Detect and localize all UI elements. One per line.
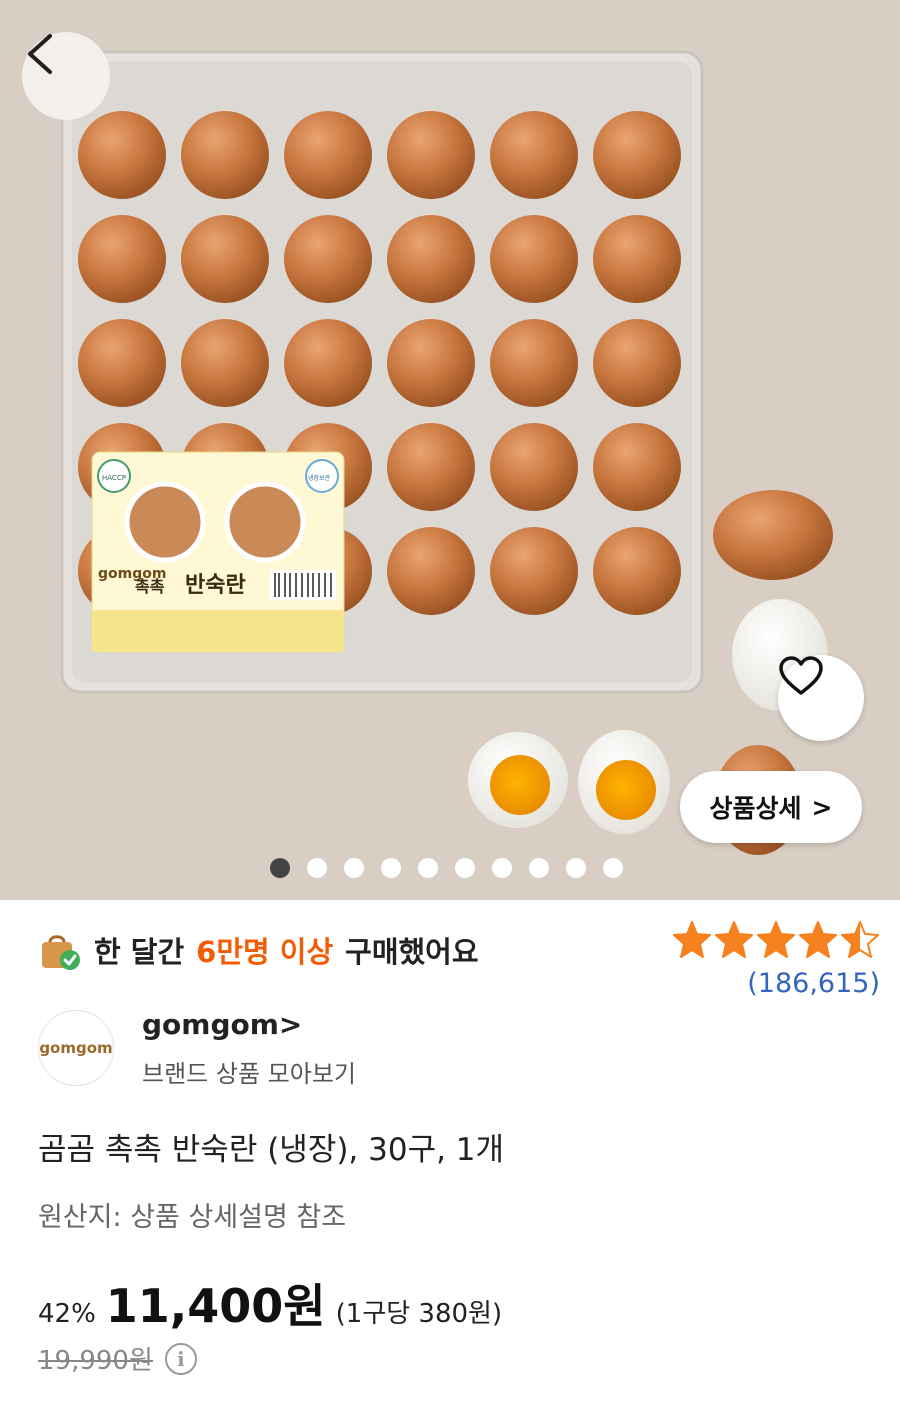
- price-row: 42% 11,400원 (1구당 380원): [38, 1270, 502, 1336]
- tray-egg: [78, 215, 166, 303]
- tray-egg: [181, 319, 269, 407]
- star-icon: [841, 921, 879, 958]
- tray-egg: [490, 111, 578, 199]
- svg-text:냉장보관: 냉장보관: [308, 474, 331, 482]
- eggs-photo: gomgom 반숙란 촉촉 HACCP 냉장보관: [60, 50, 833, 855]
- chevron-right-icon: >: [811, 792, 833, 822]
- svg-text:반숙란: 반숙란: [185, 573, 246, 598]
- brand-logo[interactable]: gomgom: [38, 1010, 114, 1086]
- tray-egg: [181, 215, 269, 303]
- brand-link[interactable]: gomgom>: [142, 1008, 302, 1041]
- heart-icon: [779, 656, 823, 695]
- star-icon: [715, 921, 753, 958]
- product-origin: 원산지: 상품 상세설명 참조: [38, 1202, 347, 1233]
- social-proof: 한 달간 6만명 이상 구매했어요: [38, 928, 479, 972]
- sale-price: 11,400원: [105, 1279, 326, 1333]
- product-image[interactable]: gomgom 반숙란 촉촉 HACCP 냉장보관 상품상세 >: [0, 0, 900, 900]
- unit-price: (1구당 380원): [335, 1299, 503, 1329]
- original-price-row: 19,990원 i: [38, 1340, 197, 1377]
- package-label: gomgom 반숙란 촉촉 HACCP 냉장보관: [91, 451, 345, 653]
- brand-logo-text: gomgom: [39, 1039, 113, 1057]
- pagination-dot[interactable]: [455, 858, 475, 878]
- star-icon: [757, 921, 795, 958]
- pagination-dot[interactable]: [492, 858, 512, 878]
- pagination-dot[interactable]: [344, 858, 364, 878]
- chevron-right-icon: >: [278, 1008, 303, 1041]
- tray-egg: [284, 111, 372, 199]
- star-icon: [799, 921, 837, 958]
- social-proof-suffix: 구매했어요: [345, 935, 479, 969]
- social-proof-highlight: 6만명 이상: [196, 935, 334, 969]
- pagination-dot[interactable]: [566, 858, 586, 878]
- tray-egg: [490, 215, 578, 303]
- product-detail-button[interactable]: 상품상세 >: [680, 771, 862, 843]
- product-title: 곰곰 촉촉 반숙란 (냉장), 30구, 1개: [38, 1132, 505, 1168]
- chevron-left-icon: [28, 34, 52, 74]
- pagination-dot[interactable]: [381, 858, 401, 878]
- tray-egg: [387, 111, 475, 199]
- pagination-dot[interactable]: [270, 858, 290, 878]
- star-icon: [673, 921, 711, 958]
- svg-text:HACCP: HACCP: [102, 474, 126, 482]
- tray-egg: [593, 319, 681, 407]
- product-detail-label: 상품상세: [709, 794, 802, 823]
- review-count-link[interactable]: (186,615): [672, 968, 880, 999]
- tray-egg: [490, 423, 578, 511]
- tray-egg: [387, 527, 475, 615]
- tray-egg: [593, 215, 681, 303]
- tray-egg: [387, 423, 475, 511]
- social-proof-prefix: 한 달간: [94, 935, 185, 969]
- back-button[interactable]: [22, 32, 110, 120]
- tray-egg: [593, 111, 681, 199]
- pagination-dot[interactable]: [603, 858, 623, 878]
- discount-rate: 42%: [38, 1299, 96, 1329]
- tray-egg: [490, 527, 578, 615]
- star-rating: [672, 920, 880, 960]
- shopping-bag-check-icon: [42, 935, 80, 970]
- original-price: 19,990원: [38, 1346, 153, 1376]
- tray-egg: [78, 319, 166, 407]
- brand-products-link[interactable]: 브랜드 상품 모아보기: [142, 1054, 356, 1089]
- tray-egg: [387, 215, 475, 303]
- wishlist-button[interactable]: [778, 655, 864, 741]
- brand-name: gomgom: [142, 1008, 279, 1041]
- tray-egg: [284, 215, 372, 303]
- tray-egg: [490, 319, 578, 407]
- tray-egg: [593, 423, 681, 511]
- pagination-dot[interactable]: [307, 858, 327, 878]
- pagination-dot[interactable]: [529, 858, 549, 878]
- pagination-dot[interactable]: [418, 858, 438, 878]
- image-pagination[interactable]: [270, 858, 623, 878]
- tray-egg: [181, 111, 269, 199]
- tray-egg: [284, 319, 372, 407]
- svg-text:촉촉: 촉촉: [135, 577, 165, 596]
- tray-egg: [387, 319, 475, 407]
- tray-egg: [593, 527, 681, 615]
- rating-summary[interactable]: (186,615): [672, 920, 880, 999]
- info-icon[interactable]: i: [164, 1342, 197, 1375]
- tray-egg: [78, 111, 166, 199]
